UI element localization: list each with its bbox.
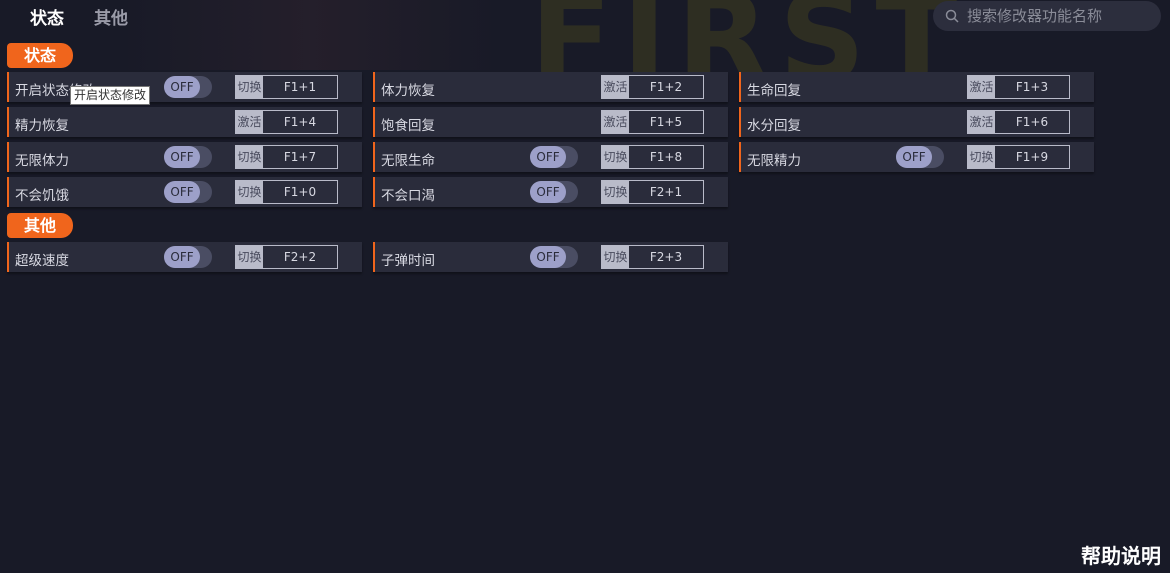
hotkey-key: F1+8 — [649, 150, 683, 164]
cheat-item: 不会饥饿 OFF 切换 F1+0 — [7, 177, 362, 207]
search-box[interactable] — [933, 1, 1161, 31]
help-button[interactable]: 帮助说明 — [1081, 540, 1161, 569]
item-row: 精力恢复 激活 F1+4 饱食回复 激活 F1+5 水分回复 激活 F1+6 — [7, 107, 1094, 137]
hotkey-key: F1+5 — [649, 115, 683, 129]
toggle-state: OFF — [164, 146, 200, 168]
hotkey-type: 切换 — [602, 246, 629, 268]
hotkey-key: F2+2 — [283, 250, 317, 264]
toggle-state: OFF — [164, 246, 200, 268]
item-label: 精力恢复 — [15, 118, 69, 134]
hotkey-type: 激活 — [968, 76, 995, 98]
toggle-state: OFF — [896, 146, 932, 168]
hotkey-type: 切换 — [602, 181, 629, 203]
item-row: 无限体力 OFF 切换 F1+7 无限生命 OFF 切换 F1+8 无限精力 OFF… — [7, 142, 1094, 172]
item-label: 不会饥饿 — [15, 188, 69, 204]
hotkey-key: F2+1 — [649, 185, 683, 199]
toggle-switch[interactable]: OFF — [530, 246, 578, 268]
hotkey-field[interactable]: 切换 F1+1 — [235, 75, 338, 99]
toggle-switch[interactable]: OFF — [164, 76, 212, 98]
hotkey-type: 激活 — [236, 111, 263, 133]
hotkey-key: F1+4 — [283, 115, 317, 129]
cheat-item: 开启状态修改 OFF 切换 F1+1 — [7, 72, 362, 102]
hotkey-field[interactable]: 激活 F1+3 — [967, 75, 1070, 99]
cheat-item: 无限生命 OFF 切换 F1+8 — [373, 142, 728, 172]
hotkey-field[interactable]: 切换 F1+8 — [601, 145, 704, 169]
hotkey-field[interactable]: 切换 F1+9 — [967, 145, 1070, 169]
hotkey-field[interactable]: 激活 F1+6 — [967, 110, 1070, 134]
cheat-item: 生命回复 激活 F1+3 — [739, 72, 1094, 102]
cheat-item: 无限体力 OFF 切换 F1+7 — [7, 142, 362, 172]
hotkey-key: F1+3 — [1015, 80, 1049, 94]
cheat-item: 无限精力 OFF 切换 F1+9 — [739, 142, 1094, 172]
top-tabs: 状态 其他 — [30, 4, 128, 29]
tab-other[interactable]: 其他 — [94, 4, 128, 29]
toggle-switch[interactable]: OFF — [530, 146, 578, 168]
hotkey-type: 切换 — [236, 246, 263, 268]
tooltip: 开启状态修改 — [70, 86, 151, 105]
hotkey-field[interactable]: 切换 F2+2 — [235, 245, 338, 269]
cheat-item: 不会口渴 OFF 切换 F2+1 — [373, 177, 728, 207]
toggle-state: OFF — [530, 181, 566, 203]
hotkey-type: 切换 — [602, 146, 629, 168]
hotkey-key: F1+6 — [1015, 115, 1049, 129]
item-row: 不会饥饿 OFF 切换 F1+0 不会口渴 OFF 切换 F2+1 — [7, 177, 728, 207]
toggle-switch[interactable]: OFF — [896, 146, 944, 168]
hotkey-field[interactable]: 切换 F2+1 — [601, 180, 704, 204]
toggle-switch[interactable]: OFF — [530, 181, 578, 203]
item-label: 生命回复 — [747, 83, 801, 99]
hotkey-key: F1+7 — [283, 150, 317, 164]
item-label: 超级速度 — [15, 253, 69, 269]
toggle-state: OFF — [164, 181, 200, 203]
cheat-item: 饱食回复 激活 F1+5 — [373, 107, 728, 137]
tab-status[interactable]: 状态 — [30, 4, 64, 29]
cheat-item: 子弹时间 OFF 切换 F2+3 — [373, 242, 728, 272]
search-icon — [945, 9, 959, 23]
cheat-item: 体力恢复 激活 F1+2 — [373, 72, 728, 102]
hotkey-field[interactable]: 激活 F1+4 — [235, 110, 338, 134]
section-title-status: 状态 — [7, 43, 73, 68]
hotkey-field[interactable]: 激活 F1+5 — [601, 110, 704, 134]
hotkey-type: 激活 — [602, 111, 629, 133]
item-label: 无限生命 — [381, 153, 435, 169]
toggle-state: OFF — [164, 76, 200, 98]
hotkey-key: F1+2 — [649, 80, 683, 94]
hotkey-type: 切换 — [236, 76, 263, 98]
hotkey-type: 切换 — [968, 146, 995, 168]
item-row: 开启状态修改 OFF 切换 F1+1 体力恢复 激活 F1+2 生命回复 激活 F1+… — [7, 72, 1094, 102]
toggle-state: OFF — [530, 246, 566, 268]
search-input[interactable] — [965, 6, 1149, 26]
hotkey-field[interactable]: 切换 F2+3 — [601, 245, 704, 269]
hotkey-key: F1+0 — [283, 185, 317, 199]
hotkey-field[interactable]: 切换 F1+7 — [235, 145, 338, 169]
hotkey-key: F1+9 — [1015, 150, 1049, 164]
section-title-other: 其他 — [7, 213, 73, 238]
item-label: 子弹时间 — [381, 253, 435, 269]
toggle-switch[interactable]: OFF — [164, 181, 212, 203]
toggle-switch[interactable]: OFF — [164, 246, 212, 268]
cheat-item: 水分回复 激活 F1+6 — [739, 107, 1094, 137]
hotkey-field[interactable]: 激活 F1+2 — [601, 75, 704, 99]
hotkey-type: 激活 — [968, 111, 995, 133]
item-label: 水分回复 — [747, 118, 801, 134]
hotkey-key: F2+3 — [649, 250, 683, 264]
hotkey-key: F1+1 — [283, 80, 317, 94]
cheat-item: 精力恢复 激活 F1+4 — [7, 107, 362, 137]
toggle-state: OFF — [530, 146, 566, 168]
item-row: 超级速度 OFF 切换 F2+2 子弹时间 OFF 切换 F2+3 — [7, 242, 728, 272]
hotkey-type: 激活 — [602, 76, 629, 98]
toggle-switch[interactable]: OFF — [164, 146, 212, 168]
item-label: 不会口渴 — [381, 188, 435, 204]
hotkey-type: 切换 — [236, 181, 263, 203]
hotkey-field[interactable]: 切换 F1+0 — [235, 180, 338, 204]
cheat-item: 超级速度 OFF 切换 F2+2 — [7, 242, 362, 272]
item-label: 无限精力 — [747, 153, 801, 169]
background-glow — [120, 0, 500, 70]
hotkey-type: 切换 — [236, 146, 263, 168]
item-label: 饱食回复 — [381, 118, 435, 134]
item-label: 体力恢复 — [381, 83, 435, 99]
item-label: 无限体力 — [15, 153, 69, 169]
